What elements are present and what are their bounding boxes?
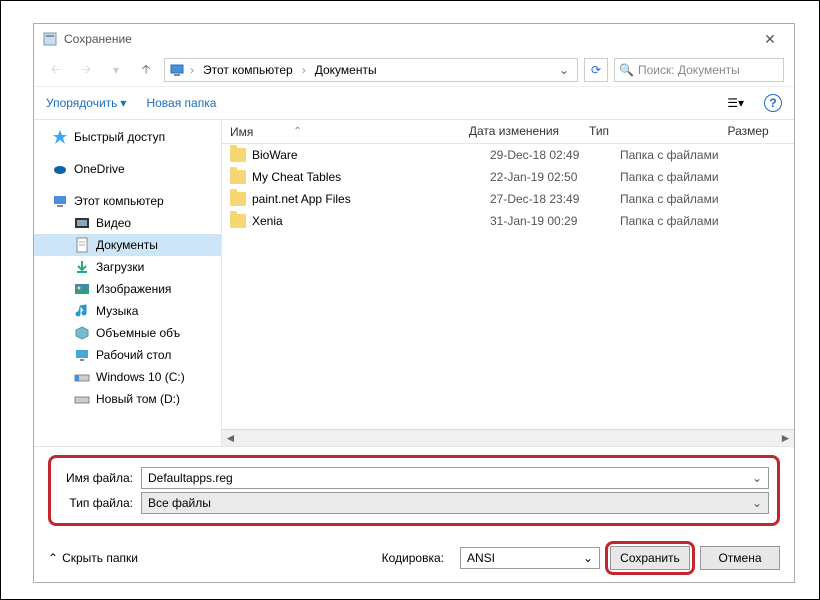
document-icon (74, 237, 90, 253)
chevron-down-icon[interactable]: ⌄ (752, 471, 762, 485)
chevron-down-icon: ▾ (120, 96, 126, 110)
file-content: Имя ⌃ Дата изменения Тип Размер BioWare … (222, 120, 794, 446)
sidebar-item-drive-c[interactable]: Windows 10 (C:) (34, 366, 221, 388)
picture-icon (74, 281, 90, 297)
recent-dropdown[interactable]: ▾ (104, 58, 128, 82)
sidebar-item-downloads[interactable]: Загрузки (34, 256, 221, 278)
sidebar-item-pictures[interactable]: Изображения (34, 278, 221, 300)
column-size[interactable]: Размер (719, 120, 794, 143)
main-area: Быстрый доступ OneDrive Этот компьютер В… (34, 120, 794, 446)
filename-label: Имя файла: (59, 471, 141, 485)
pc-icon (52, 193, 68, 209)
sidebar-item-desktop[interactable]: Рабочий стол (34, 344, 221, 366)
horizontal-scrollbar[interactable]: ◄ ► (222, 429, 794, 446)
drive-icon (74, 391, 90, 407)
encoding-label: Кодировка: (382, 551, 450, 565)
download-icon (74, 259, 90, 275)
filetype-label: Тип файла: (59, 496, 141, 510)
toolbar: Упорядочить ▾ Новая папка ☰▾ ? (34, 86, 794, 120)
view-mode-button[interactable]: ☰▾ (727, 96, 744, 110)
save-dialog: Сохранение ✕ 🡠 🡢 ▾ 🡡 › Этот компьютер › … (33, 23, 795, 583)
column-headers: Имя ⌃ Дата изменения Тип Размер (222, 120, 794, 144)
filename-input[interactable]: Defaultapps.reg ⌄ (141, 467, 769, 489)
highlight-filename-group: Имя файла: Defaultapps.reg ⌄ Тип файла: … (48, 455, 780, 526)
chevron-down-icon[interactable]: ⌄ (583, 551, 593, 565)
column-type[interactable]: Тип (581, 120, 719, 143)
column-name[interactable]: Имя ⌃ (222, 120, 461, 143)
sidebar-item-videos[interactable]: Видео (34, 212, 221, 234)
sidebar-item-documents[interactable]: Документы (34, 234, 221, 256)
help-button[interactable]: ? (764, 94, 782, 112)
sidebar-item-this-pc[interactable]: Этот компьютер (34, 190, 221, 212)
encoding-select[interactable]: ANSI ⌄ (460, 547, 600, 569)
cloud-icon (52, 161, 68, 177)
folder-icon (230, 170, 246, 184)
save-button[interactable]: Сохранить (610, 546, 690, 570)
back-button[interactable]: 🡠 (44, 58, 68, 82)
file-row[interactable]: BioWare 29-Dec-18 02:49 Папка с файлами (222, 144, 794, 166)
pc-icon (169, 62, 185, 78)
up-button[interactable]: 🡡 (134, 58, 158, 82)
chevron-right-icon: › (299, 63, 309, 77)
sidebar-item-drive-d[interactable]: Новый том (D:) (34, 388, 221, 410)
sidebar: Быстрый доступ OneDrive Этот компьютер В… (34, 120, 222, 446)
desktop-icon (74, 347, 90, 363)
titlebar: Сохранение ✕ (34, 24, 794, 54)
close-button[interactable]: ✕ (754, 31, 786, 48)
cube-icon (74, 325, 90, 341)
filename-section: Имя файла: Defaultapps.reg ⌄ Тип файла: … (34, 446, 794, 534)
drive-icon (74, 369, 90, 385)
new-folder-button[interactable]: Новая папка (146, 96, 216, 110)
chevron-right-icon: › (187, 63, 197, 77)
file-row[interactable]: Xenia 31-Jan-19 00:29 Папка с файлами (222, 210, 794, 232)
cancel-button[interactable]: Отмена (700, 546, 780, 570)
star-icon (52, 129, 68, 145)
window-title: Сохранение (64, 32, 754, 46)
sort-indicator-icon: ⌃ (293, 126, 301, 137)
chevron-up-icon: ⌃ (48, 551, 58, 565)
file-row[interactable]: My Cheat Tables 22-Jan-19 02:50 Папка с … (222, 166, 794, 188)
breadcrumb-current[interactable]: Документы (311, 61, 381, 79)
breadcrumb-dropdown[interactable]: ⌄ (555, 63, 573, 77)
filetype-select[interactable]: Все файлы ⌄ (141, 492, 769, 514)
search-placeholder: Поиск: Документы (638, 63, 740, 77)
scroll-right-icon[interactable]: ► (777, 430, 794, 446)
hide-folders-toggle[interactable]: ⌃ Скрыть папки (48, 551, 138, 565)
scroll-left-icon[interactable]: ◄ (222, 430, 239, 446)
video-icon (74, 215, 90, 231)
search-input[interactable]: 🔍 Поиск: Документы (614, 58, 784, 82)
search-icon: 🔍 (619, 63, 634, 77)
chevron-down-icon[interactable]: ⌄ (752, 496, 762, 510)
forward-button[interactable]: 🡢 (74, 58, 98, 82)
app-icon (42, 31, 58, 47)
folder-icon (230, 214, 246, 228)
sidebar-item-music[interactable]: Музыка (34, 300, 221, 322)
column-date[interactable]: Дата изменения (461, 120, 581, 143)
action-row: ⌃ Скрыть папки Кодировка: ANSI ⌄ Сохрани… (34, 534, 794, 582)
folder-icon (230, 148, 246, 162)
breadcrumb-root[interactable]: Этот компьютер (199, 61, 297, 79)
refresh-button[interactable]: ⟳ (584, 58, 608, 82)
breadcrumb[interactable]: › Этот компьютер › Документы ⌄ (164, 58, 578, 82)
navbar: 🡠 🡢 ▾ 🡡 › Этот компьютер › Документы ⌄ ⟳… (34, 54, 794, 86)
folder-icon (230, 192, 246, 206)
file-row[interactable]: paint.net App Files 27-Dec-18 23:49 Папк… (222, 188, 794, 210)
sidebar-item-3d-objects[interactable]: Объемные объ (34, 322, 221, 344)
music-icon (74, 303, 90, 319)
organize-button[interactable]: Упорядочить ▾ (46, 96, 126, 110)
file-list[interactable]: BioWare 29-Dec-18 02:49 Папка с файлами … (222, 144, 794, 429)
sidebar-item-onedrive[interactable]: OneDrive (34, 158, 221, 180)
sidebar-item-quick-access[interactable]: Быстрый доступ (34, 126, 221, 148)
